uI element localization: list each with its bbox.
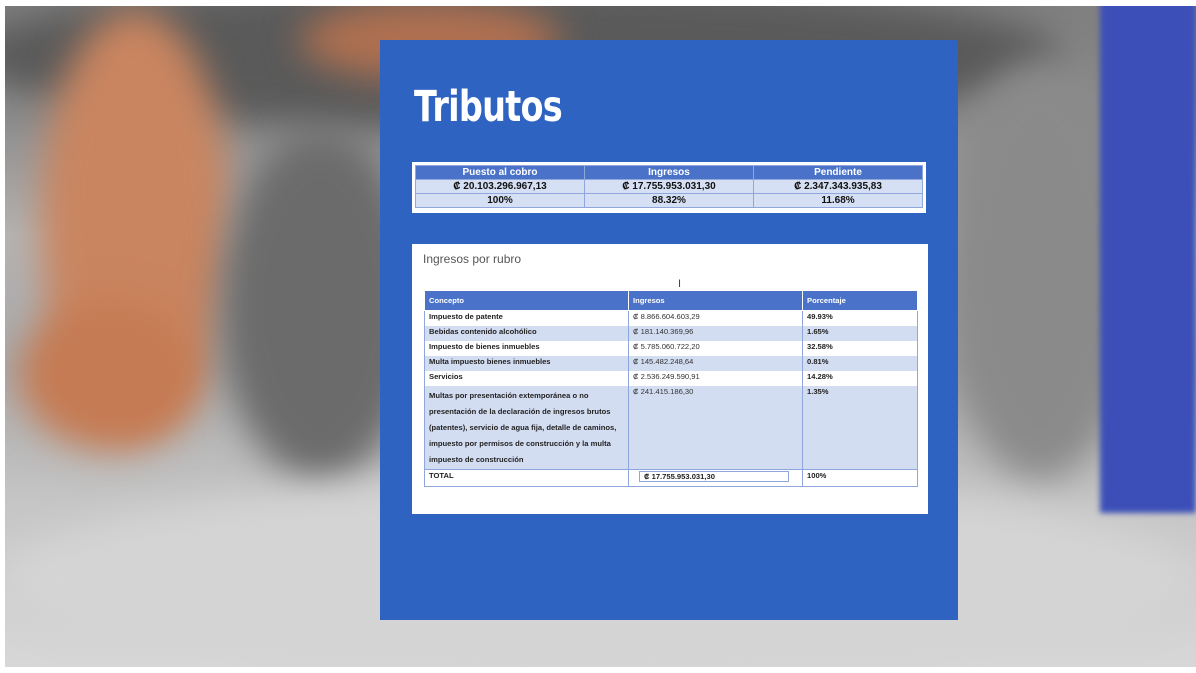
table-row: Servicios ₡ 2.536.249.590,91 14.28% — [424, 371, 918, 386]
heel-left — [20, 300, 200, 450]
table-row: Multas por presentación extemporánea o n… — [424, 386, 918, 470]
table-row: Impuesto de patente ₡ 8.866.604.603,29 4… — [424, 310, 918, 326]
income-cell: ₡ 241.415.186,30 — [628, 386, 803, 470]
header-porcentaje: Porcentaje — [802, 290, 918, 311]
text-cursor-icon: I — [678, 278, 682, 290]
table-row: Bebidas contenido alcohólico ₡ 181.140.3… — [424, 326, 918, 341]
concept-cell: Servicios — [424, 371, 629, 386]
percent-cell: 1.35% — [802, 386, 918, 470]
summary-table: Puesto al cobro Ingresos Pendiente ₡ 20.… — [415, 165, 923, 208]
ingresos-por-rubro-card: Ingresos por rubro I Concepto Ingresos P… — [412, 244, 928, 514]
concept-cell: Impuesto de bienes inmuebles — [424, 341, 629, 356]
concept-cell: Multa impuesto bienes inmuebles — [424, 356, 629, 371]
header-ingresos: Ingresos — [628, 290, 803, 311]
concept-cell: Bebidas contenido alcohólico — [424, 326, 629, 341]
header-concepto: Concepto — [424, 290, 629, 311]
amount-ingresos: ₡ 17.755.953.031,30 — [584, 179, 754, 194]
table-row: Impuesto de bienes inmuebles ₡ 5.785.060… — [424, 341, 918, 356]
header-ingresos: Ingresos — [584, 165, 754, 180]
rubro-table: Concepto Ingresos Porcentaje Impuesto de… — [424, 290, 918, 487]
total-label: TOTAL — [424, 469, 629, 487]
income-cell: ₡ 5.785.060.722,20 — [628, 341, 803, 356]
summary-percent-row: 100% 88.32% 11.68% — [415, 193, 923, 208]
header-puesto-al-cobro: Puesto al cobro — [415, 165, 585, 180]
concept-cell: Multas por presentación extemporánea o n… — [424, 386, 629, 470]
percent-cell: 1.65% — [802, 326, 918, 341]
amount-pendiente: ₡ 2.347.343.935,83 — [753, 179, 923, 194]
percent-pendiente: 11.68% — [753, 193, 923, 208]
percent-cell: 32.58% — [802, 341, 918, 356]
income-cell: ₡ 145.482.248,64 — [628, 356, 803, 371]
total-income: ₡ 17.755.953.031,30 — [639, 471, 789, 482]
percent-puesto-al-cobro: 100% — [415, 193, 585, 208]
summary-header-row: Puesto al cobro Ingresos Pendiente — [415, 165, 923, 180]
percent-cell: 0.81% — [802, 356, 918, 371]
percent-ingresos: 88.32% — [584, 193, 754, 208]
percent-cell: 49.93% — [802, 310, 918, 326]
header-pendiente: Pendiente — [753, 165, 923, 180]
income-cell: ₡ 2.536.249.590,91 — [628, 371, 803, 386]
amount-puesto-al-cobro: ₡ 20.103.296.967,13 — [415, 179, 585, 194]
concept-cell: Impuesto de patente — [424, 310, 629, 326]
total-row: TOTAL ₡ 17.755.953.031,30 100% — [424, 469, 918, 487]
slide-title: Tributos — [414, 82, 563, 132]
table-row: Multa impuesto bienes inmuebles ₡ 145.48… — [424, 356, 918, 371]
summary-amount-row: ₡ 20.103.296.967,13 ₡ 17.755.953.031,30 … — [415, 179, 923, 194]
card-title: Ingresos por rubro — [423, 252, 522, 266]
summary-table-container: Puesto al cobro Ingresos Pendiente ₡ 20.… — [412, 162, 926, 213]
frame-top — [0, 0, 1196, 6]
income-cell: ₡ 181.140.369,96 — [628, 326, 803, 341]
frame-bottom — [0, 667, 1196, 673]
rubro-header-row: Concepto Ingresos Porcentaje — [424, 290, 918, 311]
right-blue-panel — [1100, 0, 1196, 513]
total-income-cell: ₡ 17.755.953.031,30 — [628, 469, 803, 487]
income-cell: ₡ 8.866.604.603,29 — [628, 310, 803, 326]
frame-left — [0, 0, 5, 673]
percent-cell: 14.28% — [802, 371, 918, 386]
total-percent: 100% — [802, 469, 918, 487]
presentation-slide: Tributos Puesto al cobro Ingresos Pendie… — [380, 40, 958, 620]
